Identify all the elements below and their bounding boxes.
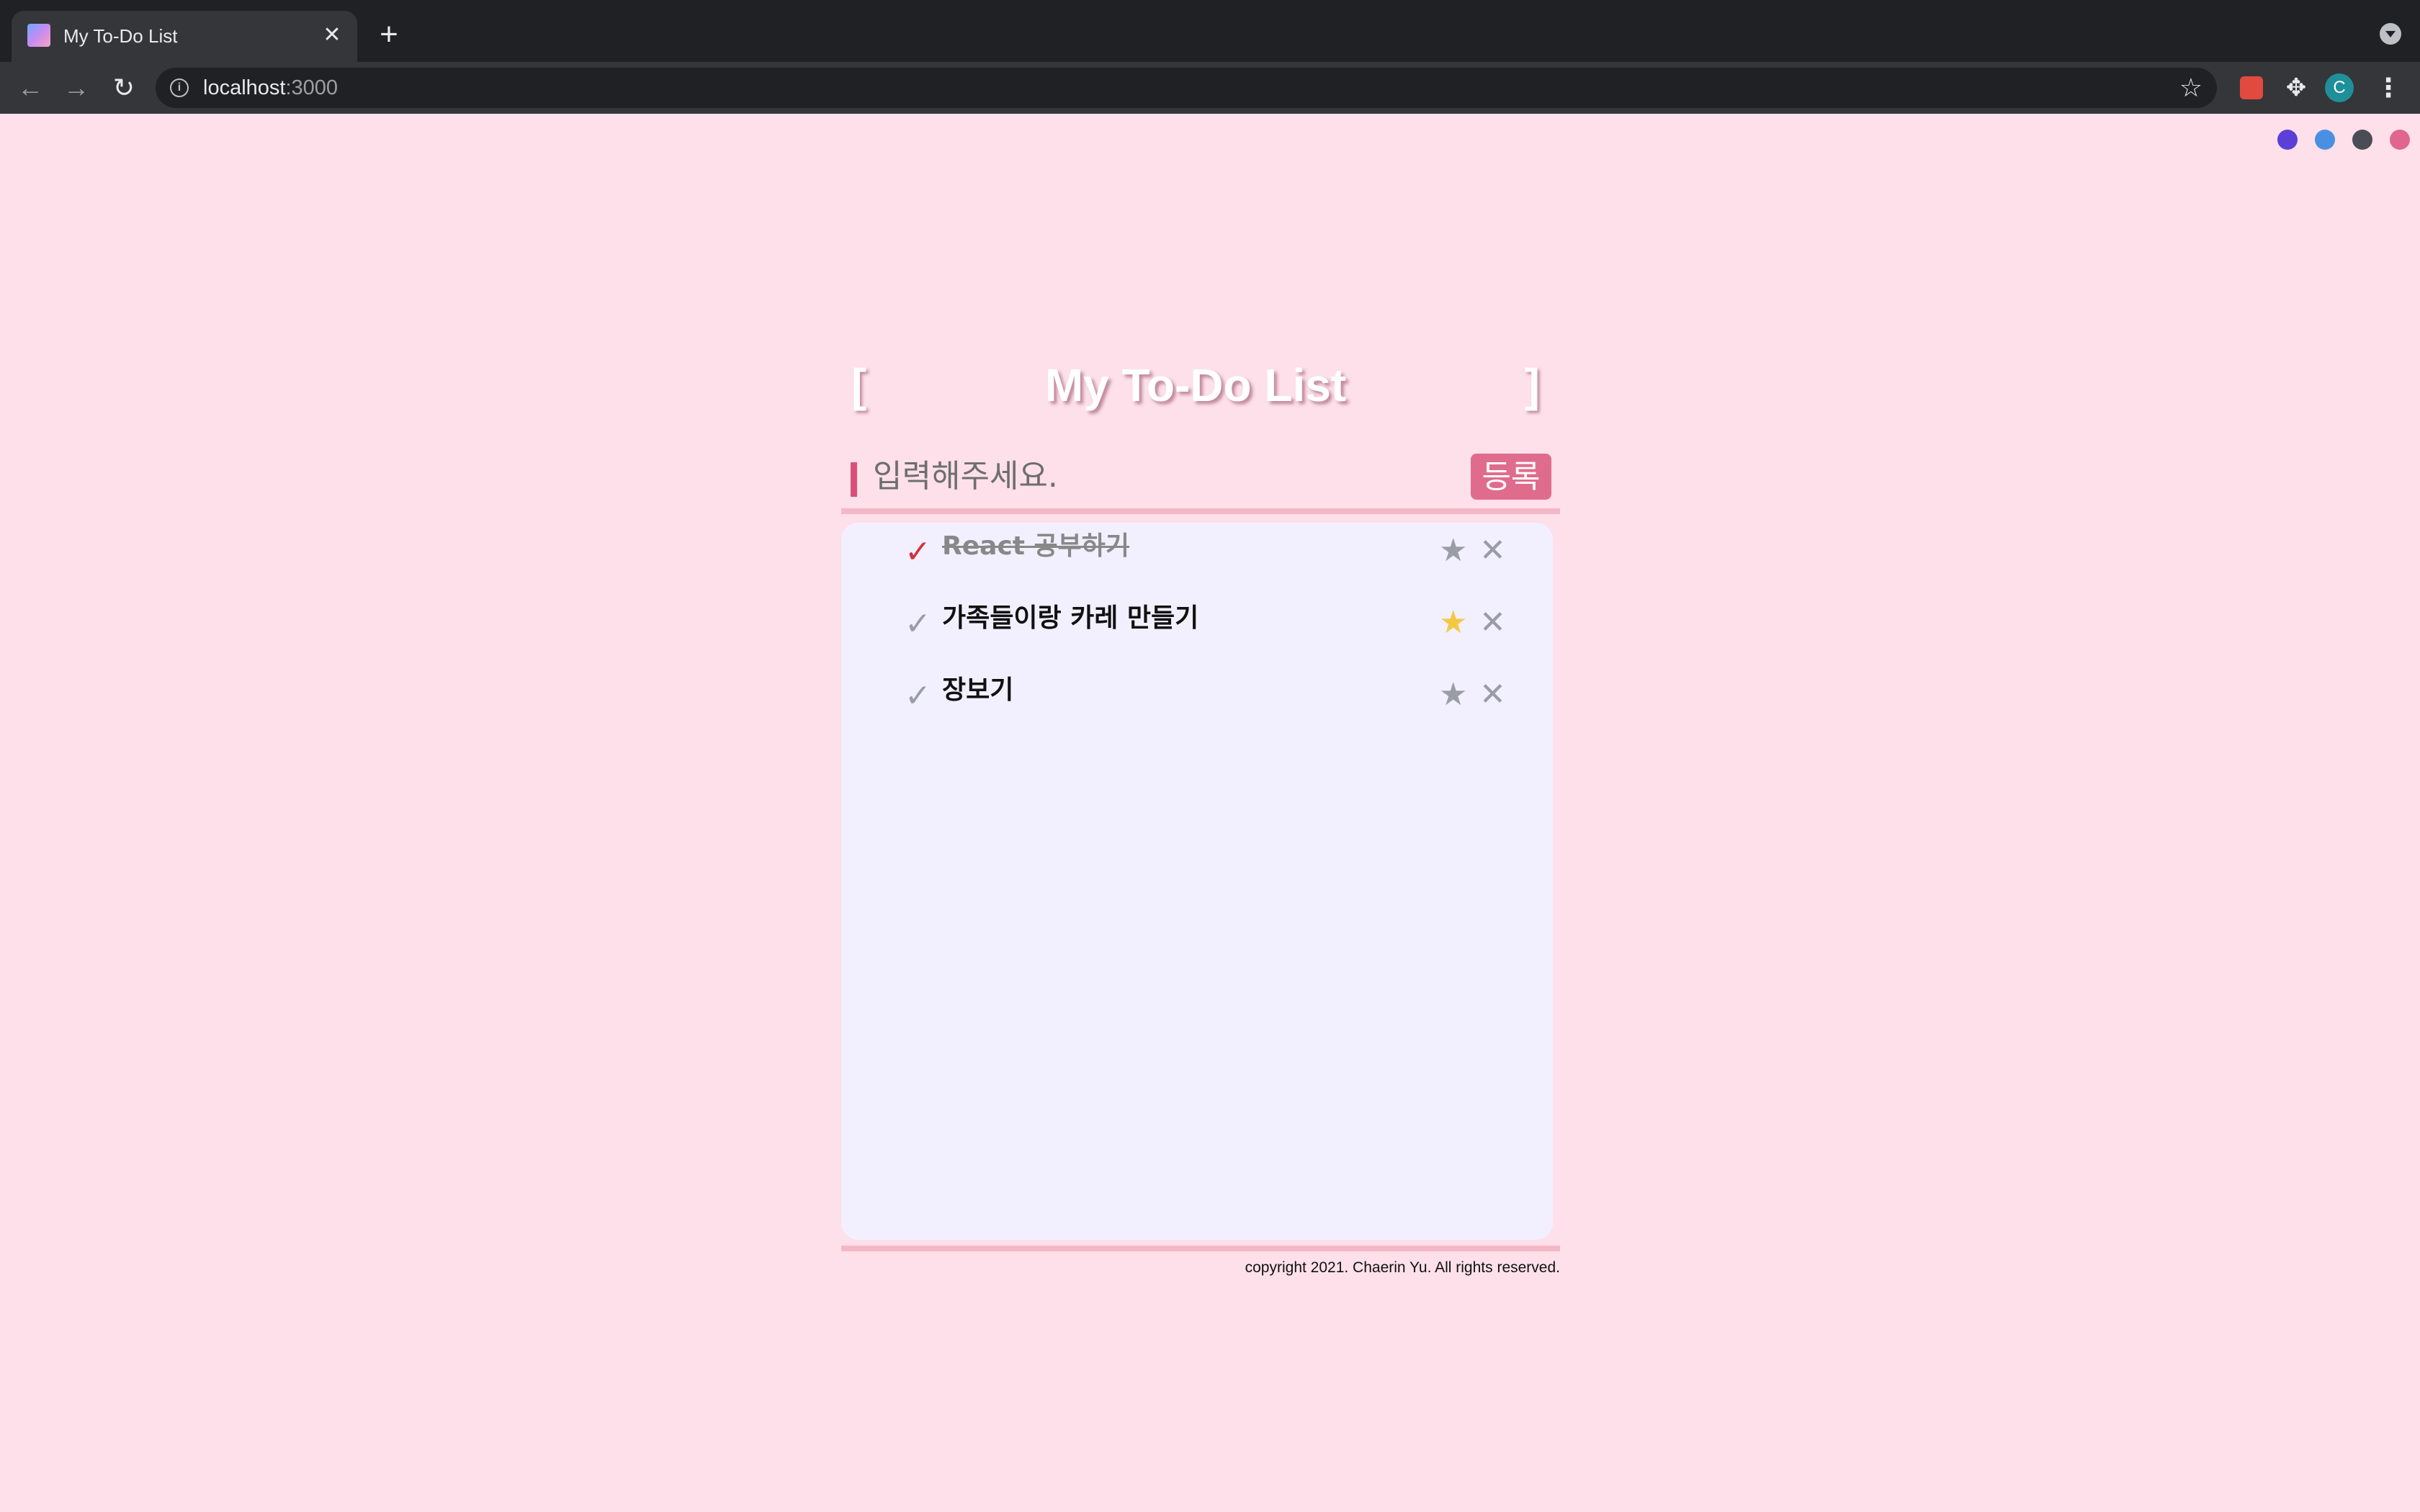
theme-color-dot[interactable] [2390,130,2410,150]
copyright-text: copyright 2021. Chaerin Yu. All rights r… [1245,1259,1560,1276]
check-icon[interactable]: ✓ [905,534,931,570]
reload-icon[interactable]: ↻ [107,71,141,105]
new-tab-button[interactable]: + [373,19,405,52]
input-divider [841,508,1560,514]
todo-text: 가족들이랑 카레 만들기 [942,603,1199,633]
star-icon[interactable]: ★ [1439,677,1467,713]
right-bracket: ] [1524,359,1540,411]
theme-color-dot[interactable] [2315,130,2335,150]
kebab-menu-icon[interactable]: ⋮ [2372,72,2404,104]
todo-item: ✓ React 공부하기 ★ ✕ [841,523,1553,588]
star-icon[interactable]: ★ [1439,605,1467,641]
back-icon[interactable]: ← [13,71,48,105]
check-icon[interactable]: ✓ [905,606,931,642]
footer-divider [841,1246,1560,1251]
url-text: localhost:3000 [203,76,339,99]
check-icon[interactable]: ✓ [905,678,931,714]
star-icon[interactable]: ★ [1439,533,1467,569]
tab-search-icon[interactable] [2380,23,2401,45]
todo-text: React 공부하기 [942,531,1129,561]
todo-input-bar: 등록 [841,446,1560,505]
todo-item: ✓ 장보기 ★ ✕ [841,667,1553,732]
todo-list: ✓ React 공부하기 ★ ✕ ✓ 가족들이랑 카레 만들기 ★ ✕ ✓ 장보기 ★ ✕ [841,523,1553,1240]
forward-icon[interactable]: → [59,71,94,105]
bookmark-star-icon[interactable]: ☆ [2179,73,2202,102]
browser-tabstrip: My To-Do List ✕ + [0,0,2420,62]
close-tab-icon[interactable]: ✕ [320,23,344,48]
add-todo-button[interactable]: 등록 [1471,454,1551,500]
delete-icon[interactable]: ✕ [1479,677,1506,713]
delete-icon[interactable]: ✕ [1479,605,1506,641]
info-icon[interactable]: i [170,78,189,97]
extension-icon[interactable] [2236,72,2267,104]
todo-input[interactable] [871,449,1422,503]
browser-toolbar: ← → ↻ i localhost:3000 ☆ ✥ C ⋮ [0,62,2420,114]
profile-avatar[interactable]: C [2323,72,2355,104]
page-title: My To-Do List [1044,359,1347,411]
todo-item: ✓ 가족들이랑 카레 만들기 ★ ✕ [841,595,1553,660]
address-bar[interactable]: i localhost:3000 ☆ [156,68,2217,108]
app-header: [ My To-Do List ] [841,353,1550,418]
delete-icon[interactable]: ✕ [1479,533,1506,569]
favicon-icon [27,24,50,47]
input-accent-bar [851,462,857,497]
theme-color-dot[interactable] [2352,130,2372,150]
tab-title: My To-Do List [63,25,178,47]
theme-color-dot[interactable] [2277,130,2298,150]
puzzle-icon[interactable]: ✥ [2280,72,2312,104]
todo-text: 장보기 [942,675,1014,705]
browser-tab[interactable]: My To-Do List ✕ [12,11,357,62]
